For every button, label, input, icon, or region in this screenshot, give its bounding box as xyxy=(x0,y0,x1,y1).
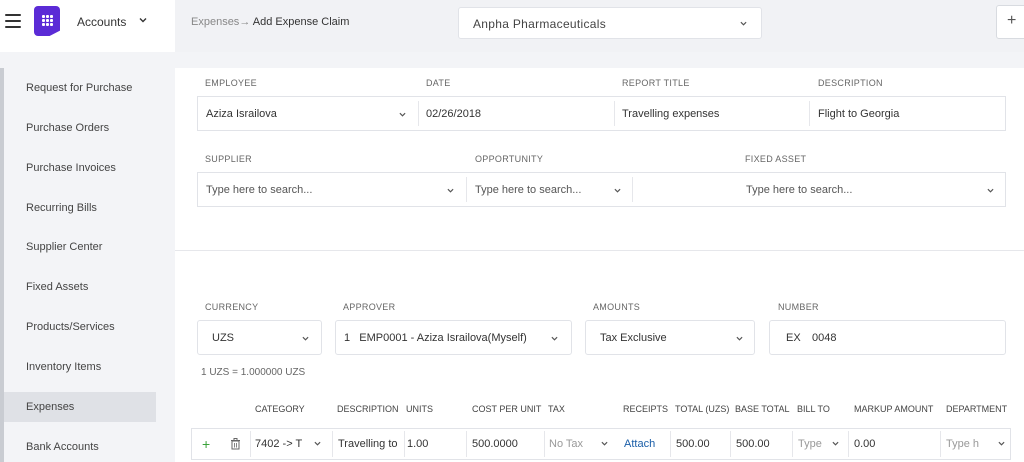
menu-icon[interactable] xyxy=(5,14,21,28)
brand-area: Accounts xyxy=(0,0,175,52)
employee-label: EMPLOYEE xyxy=(205,78,257,88)
column-header-receipts: RECEIPTS xyxy=(623,404,669,414)
currency-select[interactable]: UZS xyxy=(197,320,322,355)
sidebar-item-recurring-bills[interactable]: Recurring Bills xyxy=(26,193,156,223)
chevron-down-icon xyxy=(551,336,558,341)
section-divider xyxy=(175,250,1024,251)
sidebar-item-supplier-center[interactable]: Supplier Center xyxy=(26,232,156,262)
chevron-down-icon[interactable] xyxy=(139,16,147,24)
sidebar-item-purchase-invoices[interactable]: Purchase Invoices xyxy=(26,153,156,183)
sidebar-item-inventory-items[interactable]: Inventory Items xyxy=(26,352,156,382)
module-name[interactable]: Accounts xyxy=(77,15,126,29)
report-title-value: Travelling expenses xyxy=(622,107,720,120)
sidebar-item-bank-accounts[interactable]: Bank Accounts xyxy=(26,432,156,462)
cost-per-unit-value: 500.0000 xyxy=(472,438,518,450)
amounts-select[interactable]: Tax Exclusive xyxy=(585,320,755,355)
opportunity-placeholder: Type here to search... xyxy=(475,183,582,196)
attach-receipt-link[interactable]: Attach xyxy=(624,429,655,459)
number-value: 0048 xyxy=(812,332,837,344)
breadcrumb-arrow-icon: → xyxy=(239,16,251,28)
chevron-down-icon xyxy=(302,336,309,341)
chevron-down-icon[interactable] xyxy=(987,187,994,194)
units-value: 1.00 xyxy=(407,438,429,450)
add-button[interactable]: + xyxy=(996,5,1024,39)
employee-value: Aziza Israilova xyxy=(206,107,277,120)
supplier-label: SUPPLIER xyxy=(205,154,252,164)
approver-label: APPROVER xyxy=(343,302,396,312)
sidebar-item-expenses[interactable]: Expenses xyxy=(4,392,156,422)
date-field[interactable]: 02/26/2018 xyxy=(418,97,613,130)
date-value: 02/26/2018 xyxy=(426,107,482,120)
sidebar: Request for Purchase Purchase Orders Pur… xyxy=(0,68,175,462)
chevron-down-icon[interactable] xyxy=(601,440,608,447)
column-header-markup-amount: MARKUP AMOUNT xyxy=(854,404,934,414)
bill-to-placeholder: Type xyxy=(798,438,822,450)
approver-value: 1 EMP0001 - Aziza Israilova(Myself) xyxy=(344,332,527,344)
company-name: Anpha Pharmaceuticals xyxy=(473,17,607,31)
column-header-cost-per-unit: COST PER UNIT xyxy=(472,404,542,414)
description-field[interactable]: Flight to Georgia xyxy=(810,97,1005,130)
sidebar-item-fixed-assets[interactable]: Fixed Assets xyxy=(26,272,156,302)
breadcrumb-current: Add Expense Claim xyxy=(252,16,350,28)
description-label: DESCRIPTION xyxy=(818,78,883,88)
number-field[interactable]: EX 0048 xyxy=(769,320,1006,355)
department-placeholder: Type h xyxy=(946,438,980,450)
company-selector[interactable]: Anpha Pharmaceuticals xyxy=(458,7,762,39)
sidebar-item-request-for-purchase[interactable]: Request for Purchase xyxy=(26,73,156,103)
chevron-down-icon xyxy=(736,336,743,341)
date-label: DATE xyxy=(426,78,451,88)
chevron-down-icon[interactable] xyxy=(832,440,839,447)
sidebar-item-purchase-orders[interactable]: Purchase Orders xyxy=(26,113,156,143)
column-header-total: TOTAL (UZS) xyxy=(675,404,730,414)
markup-value: 0.00 xyxy=(854,438,876,450)
sidebar-item-products-services[interactable]: Products/Services xyxy=(26,312,156,342)
tax-value: No Tax xyxy=(549,438,584,450)
fixed-asset-search-input[interactable]: Type here to search... xyxy=(738,173,988,206)
supplier-search-input[interactable]: Type here to search... xyxy=(198,173,466,206)
breadcrumb-expenses[interactable]: Expenses xyxy=(191,16,239,28)
column-header-department: DEPARTMENT xyxy=(946,404,1008,414)
currency-value: UZS xyxy=(212,332,234,344)
column-header-tax: TAX xyxy=(548,404,565,414)
column-header-bill-to: BILL TO xyxy=(797,404,830,414)
number-prefix: EX xyxy=(786,332,801,344)
opportunity-label: OPPORTUNITY xyxy=(475,154,544,164)
amounts-label: AMOUNTS xyxy=(593,302,641,312)
chevron-down-icon[interactable] xyxy=(314,440,321,447)
claim-header-fields: Aziza Israilova 02/26/2018 Travelling ex… xyxy=(197,96,1006,131)
chevron-down-icon xyxy=(740,21,747,26)
chevron-down-icon[interactable] xyxy=(447,187,454,194)
column-header-base-total: BASE TOTAL xyxy=(735,404,790,414)
column-header-category: CATEGORY xyxy=(255,404,305,414)
base-total-value: 500.00 xyxy=(736,438,770,450)
trash-icon[interactable] xyxy=(230,438,241,450)
number-label: NUMBER xyxy=(778,302,819,312)
chevron-down-icon[interactable] xyxy=(614,187,621,194)
fixed-asset-label: FIXED ASSET xyxy=(745,154,807,164)
amounts-value: Tax Exclusive xyxy=(600,332,667,344)
supplier-placeholder: Type here to search... xyxy=(206,183,313,196)
description-value: Flight to Georgia xyxy=(818,107,900,120)
approver-select[interactable]: 1 EMP0001 - Aziza Israilova(Myself) xyxy=(335,320,572,355)
field-divider xyxy=(632,177,633,202)
category-value: 7402 -> T xyxy=(255,438,303,450)
chevron-down-icon[interactable] xyxy=(998,440,1005,447)
report-title-field[interactable]: Travelling expenses xyxy=(614,97,809,130)
currency-label: CURRENCY xyxy=(205,302,259,312)
report-title-label: REPORT TITLE xyxy=(622,78,690,88)
table-row: + 7402 -> T Travelling to 1.00 500.0000 … xyxy=(191,428,1011,460)
column-header-description: DESCRIPTION xyxy=(337,404,399,414)
chevron-down-icon[interactable] xyxy=(399,111,406,118)
fixed-asset-placeholder: Type here to search... xyxy=(746,183,853,196)
column-header-units: UNITS xyxy=(406,404,433,414)
lookup-fields: Type here to search... Type here to sear… xyxy=(197,172,1006,207)
total-value: 500.00 xyxy=(676,438,710,450)
employee-field[interactable]: Aziza Israilova xyxy=(198,97,418,130)
add-line-button[interactable]: + xyxy=(202,429,210,459)
app-logo-icon[interactable] xyxy=(34,6,60,36)
opportunity-search-input[interactable]: Type here to search... xyxy=(467,173,631,206)
description-value: Travelling to xyxy=(338,438,398,450)
exchange-rate-text: 1 UZS = 1.000000 UZS xyxy=(201,367,306,378)
breadcrumb: Expenses→ Add Expense Claim xyxy=(191,16,349,28)
